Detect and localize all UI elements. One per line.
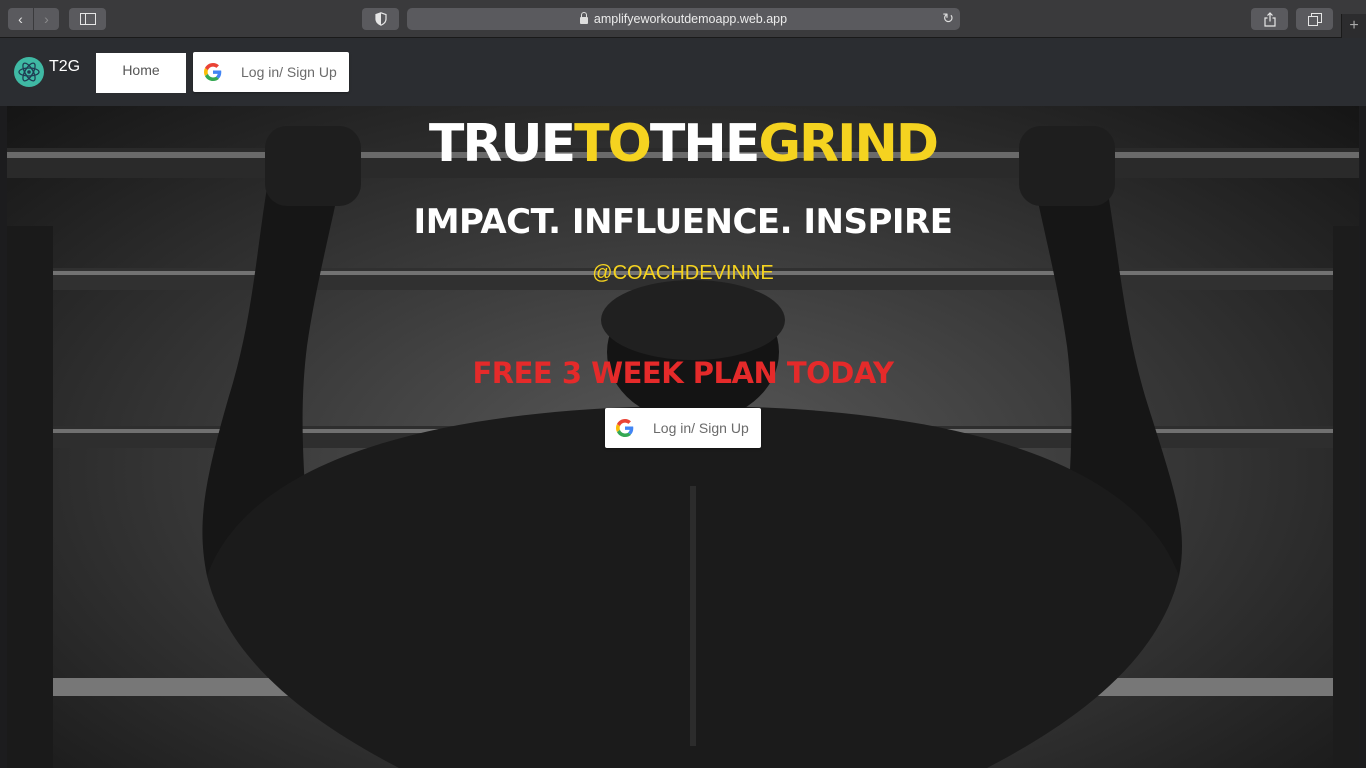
back-arrow-icon: ‹ bbox=[18, 11, 23, 27]
login-label: Log in/ Sign Up bbox=[241, 64, 337, 80]
back-button[interactable]: ‹ bbox=[8, 8, 33, 30]
reload-icon[interactable]: ↻ bbox=[942, 10, 954, 27]
google-g-icon bbox=[616, 419, 634, 437]
sidebar-icon bbox=[79, 13, 96, 25]
privacy-report-button[interactable] bbox=[362, 8, 399, 30]
title-true: TRUE bbox=[428, 114, 576, 174]
google-g-icon bbox=[204, 63, 222, 81]
hero-title: TRUETOTHEGRIND bbox=[7, 114, 1359, 174]
title-to: TO bbox=[574, 114, 652, 174]
shield-icon bbox=[374, 12, 387, 26]
offer-headline: FREE 3 WEEK PLAN TODAY bbox=[472, 356, 894, 390]
lock-icon bbox=[579, 11, 588, 24]
url-text: amplifyeworkoutdemoapp.web.app bbox=[593, 12, 788, 26]
coach-handle: @COACHDEVINNE bbox=[592, 262, 774, 284]
browser-toolbar: ‹ › amplifyeworkoutdemoapp.web.app ↻ + bbox=[0, 0, 1366, 38]
address-bar[interactable]: amplifyeworkoutdemoapp.web.app ↻ bbox=[407, 8, 960, 30]
forward-arrow-icon: › bbox=[44, 11, 49, 27]
plus-icon: + bbox=[1349, 17, 1359, 34]
hero-tagline: IMPACT. INFLUENCE. INSPIRE bbox=[413, 202, 953, 242]
show-tabs-button[interactable] bbox=[1296, 8, 1333, 30]
share-icon bbox=[1263, 11, 1276, 27]
app-navbar: T2G Home Log in/ Sign Up bbox=[0, 38, 1366, 106]
google-login-button[interactable]: Log in/ Sign Up bbox=[193, 52, 349, 92]
sidebar-toggle-button[interactable] bbox=[69, 8, 106, 30]
tabs-icon bbox=[1307, 12, 1322, 26]
hero-google-login-button[interactable]: Log in/ Sign Up bbox=[605, 408, 761, 448]
atom-logo-icon[interactable] bbox=[14, 57, 44, 87]
brand-name[interactable]: T2G bbox=[49, 58, 80, 76]
share-button[interactable] bbox=[1251, 8, 1288, 30]
hero-login-label: Log in/ Sign Up bbox=[653, 420, 749, 436]
title-grind: GRIND bbox=[758, 114, 939, 174]
new-tab-button[interactable]: + bbox=[1341, 14, 1366, 38]
title-the: THE bbox=[649, 114, 761, 174]
hero-section: TRUETOTHEGRIND IMPACT. INFLUENCE. INSPIR… bbox=[7, 106, 1359, 768]
forward-button[interactable]: › bbox=[34, 8, 59, 30]
home-button[interactable]: Home bbox=[96, 53, 186, 93]
